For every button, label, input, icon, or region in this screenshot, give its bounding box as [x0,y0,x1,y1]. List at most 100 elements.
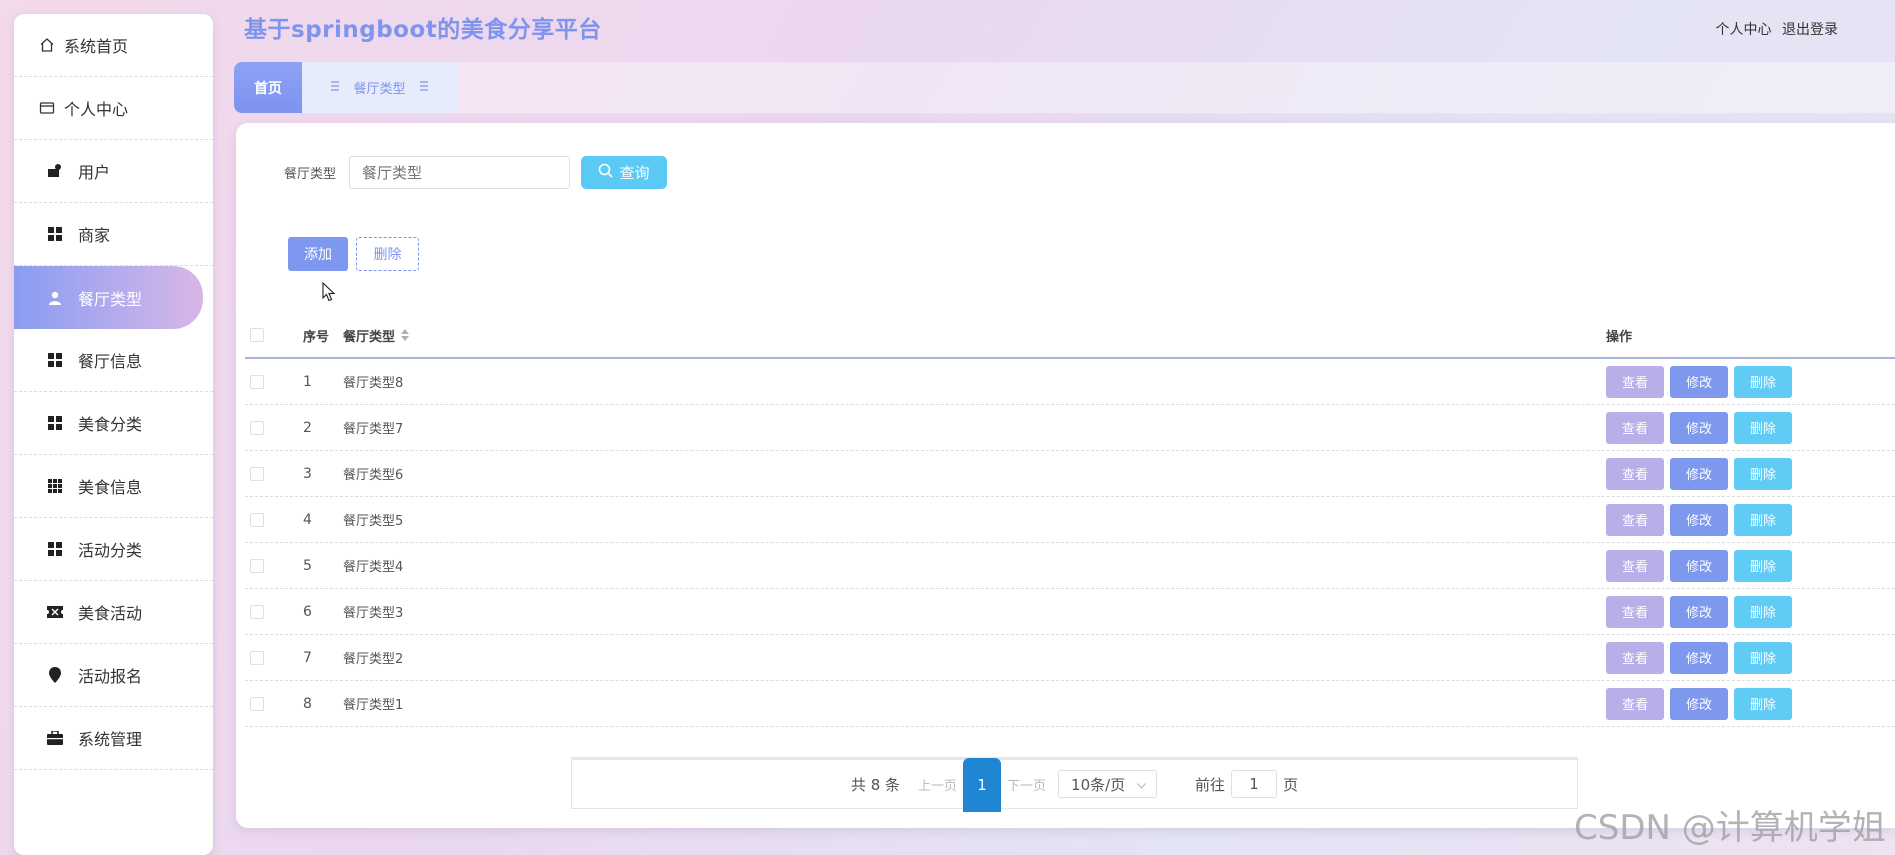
row-name: 餐厅类型5 [343,514,404,529]
delete-button[interactable]: 删除 [1734,549,1792,582]
row-actions: 查看 修改 删除 [1606,365,1792,398]
goto-label: 前往 [1195,775,1226,794]
row-actions: 查看 修改 删除 [1606,595,1792,628]
grid-icon [46,540,64,558]
edit-button[interactable]: 修改 [1670,411,1728,444]
delete-button[interactable]: 删除 [1734,411,1792,444]
sidebar-item-label: 个人中心 [64,100,129,119]
delete-button[interactable]: 删除 [1734,641,1792,674]
data-table: 序号 餐厅类型 操作 1 餐厅类型8 查看 修改 删除 2 餐厅类型7 查看 修… [245,313,1895,727]
sidebar-item-activity-signup[interactable]: 活动报名 [14,644,213,707]
tab-restaurant-type[interactable]: 餐厅类型 [302,62,457,113]
row-checkbox[interactable] [250,466,264,481]
row-index: 8 [303,695,312,712]
row-checkbox[interactable] [250,420,264,435]
delete-button[interactable]: 删除 [1734,457,1792,490]
view-button[interactable]: 查看 [1606,549,1664,582]
row-name: 餐厅类型1 [343,698,404,713]
delete-button[interactable]: 删除 [1734,687,1792,720]
header-name[interactable]: 餐厅类型 [343,326,1606,345]
app-title: 基于springboot的美食分享平台 [244,17,602,43]
row-checkbox[interactable] [250,650,264,665]
row-checkbox-cell [245,466,293,481]
edit-button[interactable]: 修改 [1670,457,1728,490]
sidebar-item-restaurant-info[interactable]: 餐厅信息 [14,329,213,392]
pagination-total: 共 8 条 [850,775,901,794]
row-checkbox[interactable] [250,604,264,619]
row-index: 1 [303,373,312,390]
view-button[interactable]: 查看 [1606,641,1664,674]
sidebar-item-label: 系统首页 [64,37,129,56]
page-suffix: 页 [1283,775,1299,794]
edit-button[interactable]: 修改 [1670,595,1728,628]
grid-icon [46,225,64,243]
sidebar-item-system-management[interactable]: 系统管理 [14,707,213,770]
next-page-button[interactable]: 下一页 [1007,775,1046,794]
row-checkbox[interactable] [250,558,264,573]
sidebar-item-personal-center[interactable]: 个人中心 [14,77,213,140]
edit-button[interactable]: 修改 [1670,549,1728,582]
row-actions: 查看 修改 删除 [1606,687,1792,720]
row-checkbox[interactable] [250,374,264,389]
sort-icon[interactable] [401,329,410,341]
view-button[interactable]: 查看 [1606,687,1664,720]
delete-button[interactable]: 删除 [1734,503,1792,536]
row-checkbox-cell [245,696,293,711]
watermark: CSDN @计算机学姐 [1574,808,1886,848]
sidebar-item-food-category[interactable]: 美食分类 [14,392,213,455]
ticket-icon [46,603,64,621]
edit-button[interactable]: 修改 [1670,503,1728,536]
chevron-down-icon [1137,775,1146,793]
grid-icon [46,414,64,432]
view-button[interactable]: 查看 [1606,411,1664,444]
select-all-checkbox[interactable] [250,328,264,342]
edit-button[interactable]: 修改 [1670,687,1728,720]
sidebar-item-activity-category[interactable]: 活动分类 [14,518,213,581]
briefcase-icon [46,729,64,747]
tab-home[interactable]: 首页 [234,62,302,113]
logout-link[interactable]: 退出登录 [1782,22,1838,38]
grid9-icon [46,477,64,495]
sidebar-item-food-info[interactable]: 美食信息 [14,455,213,518]
goto-page-input[interactable]: 1 [1231,770,1278,798]
sidebar-item-label: 美食分类 [78,415,143,434]
search-label: 餐厅类型 [284,167,337,182]
prev-page-button[interactable]: 上一页 [918,775,957,794]
row-checkbox[interactable] [250,512,264,527]
search-button[interactable]: 查询 [581,156,667,189]
row-name: 餐厅类型3 [343,606,404,621]
sidebar-item-label: 活动报名 [78,667,143,686]
search-input[interactable] [349,156,570,189]
add-button[interactable]: 添加 [288,237,348,271]
row-checkbox[interactable] [250,696,264,711]
view-button[interactable]: 查看 [1606,595,1664,628]
table-row: 8 餐厅类型1 查看 修改 删除 [245,681,1895,727]
tab-bar: 首页 餐厅类型 [234,62,1895,113]
table-row: 7 餐厅类型2 查看 修改 删除 [245,635,1895,681]
sidebar-item-food-activity[interactable]: 美食活动 [14,581,213,644]
sidebar-item-merchant[interactable]: 商家 [14,203,213,266]
view-button[interactable]: 查看 [1606,503,1664,536]
row-checkbox-cell [245,558,293,573]
table-row: 6 餐厅类型3 查看 修改 删除 [245,589,1895,635]
table-row: 4 餐厅类型5 查看 修改 删除 [245,497,1895,543]
page-number-current[interactable]: 1 [963,758,1002,812]
delete-button[interactable]: 删除 [1734,595,1792,628]
edit-button[interactable]: 修改 [1670,641,1728,674]
view-button[interactable]: 查看 [1606,457,1664,490]
row-checkbox-cell [245,604,293,619]
delete-button[interactable]: 删除 [1734,365,1792,398]
sidebar-item-restaurant-type[interactable]: 餐厅类型 [14,266,203,329]
personal-center-link[interactable]: 个人中心 [1716,22,1772,38]
edit-button[interactable]: 修改 [1670,365,1728,398]
sidebar-item-label: 餐厅信息 [78,352,143,371]
batch-delete-button[interactable]: 删除 [356,237,419,271]
page-size-select[interactable]: 10条/页 [1058,770,1158,798]
page-size-value: 10条/页 [1071,775,1126,794]
table-header: 序号 餐厅类型 操作 [245,313,1895,359]
row-checkbox-cell [245,374,293,389]
sidebar-item-user[interactable]: 用户 [14,140,213,203]
view-button[interactable]: 查看 [1606,365,1664,398]
sidebar-item-home[interactable]: 系统首页 [14,14,213,77]
row-actions: 查看 修改 删除 [1606,503,1792,536]
